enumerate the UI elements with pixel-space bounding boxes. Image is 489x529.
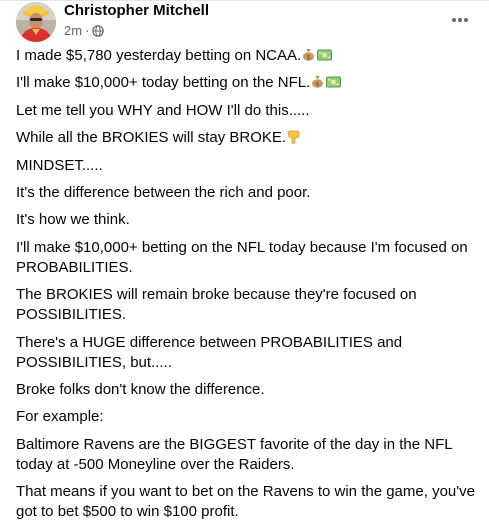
money-bag-icon: $ — [302, 47, 315, 61]
post-paragraph: It's the difference between the rich and… — [16, 183, 311, 201]
avatar-image — [16, 2, 56, 42]
svg-text:$: $ — [307, 54, 311, 61]
post-paragraph: I'll make $10,000+ betting on the NFL to… — [16, 238, 468, 276]
dollar-banknote-icon — [326, 74, 342, 88]
post-paragraph: Baltimore Ravens are the BIGGEST favorit… — [16, 435, 453, 473]
post-meta: 2m · — [64, 23, 105, 39]
paragraph-text: I'll make $10,000+ today betting on the … — [16, 74, 311, 92]
top-divider — [0, 0, 489, 1]
more-options-icon — [452, 18, 468, 22]
money-bag-icon: $ — [311, 74, 324, 89]
globe-icon — [92, 25, 105, 37]
svg-text:$: $ — [316, 81, 320, 88]
paragraph-text: I made $5,780 yesterday betting on NCAA. — [16, 47, 302, 64]
post-paragraph: MINDSET..... — [16, 156, 103, 174]
post-body: I made $5,780 yesterday betting on NCAA.… — [16, 46, 476, 529]
post-paragraph: That means if you want to bet on the Rav… — [16, 483, 475, 521]
post-header: Christopher Mitchell 2m · — [16, 2, 476, 42]
post-paragraph: Broke folks don't know the difference. — [16, 380, 265, 398]
post-paragraph: While all the BROKIES will stay BROKE. — [16, 128, 476, 148]
post-paragraph: There's a HUGE difference between PROBAB… — [16, 333, 403, 371]
dollar-banknote-icon — [317, 47, 333, 61]
paragraph-text: While all the BROKIES will stay BROKE. — [16, 129, 287, 147]
meta-separator: · — [85, 23, 90, 38]
author-name[interactable]: Christopher Mitchell — [64, 2, 209, 20]
post-paragraph: The BROKIES will remain broke because th… — [16, 286, 417, 324]
more-options-button[interactable] — [448, 8, 472, 32]
avatar[interactable] — [16, 2, 56, 42]
post-paragraph: I'll make $10,000+ today betting on the … — [16, 73, 476, 93]
post-paragraph: For example: — [16, 408, 104, 426]
post-paragraph: I made $5,780 yesterday betting on NCAA.… — [16, 46, 476, 66]
post-paragraph: Let me tell you WHY and HOW I'll do this… — [16, 101, 310, 119]
post-timestamp[interactable]: 2m — [64, 23, 82, 39]
post-paragraph: It's how we think. — [16, 211, 130, 229]
backhand-index-pointing-down-icon — [287, 130, 301, 145]
